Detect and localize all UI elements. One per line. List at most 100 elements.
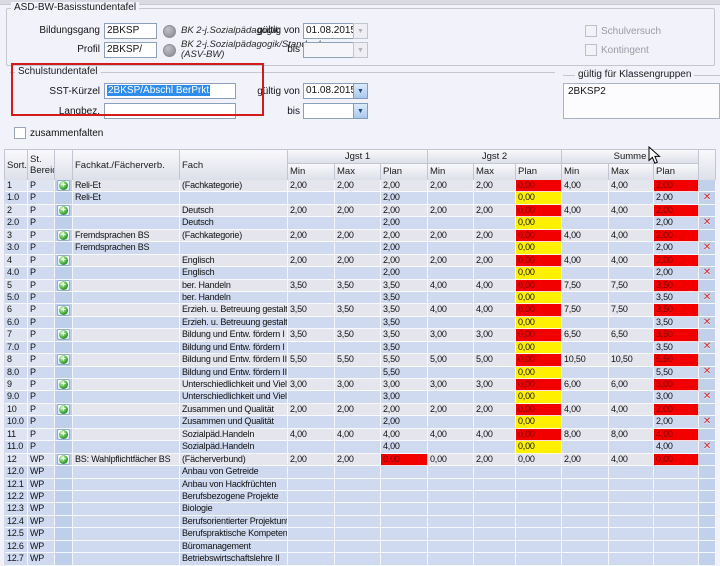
cell-min-jgst1[interactable]: 2,00 — [288, 454, 335, 466]
cell-max-jgst1[interactable] — [335, 503, 381, 515]
cell-max-summe[interactable]: 7,50 — [609, 304, 654, 316]
cell-max-summe[interactable] — [609, 367, 654, 379]
delete-row-button[interactable]: ✕ — [703, 442, 711, 452]
cell-max-jgst1[interactable] — [335, 516, 381, 528]
cell-fach[interactable]: Betriebswirtschaftslehre II — [180, 553, 288, 565]
cell-min-jgst1[interactable]: 2,00 — [288, 180, 335, 192]
cell-min-jgst1[interactable] — [288, 217, 335, 229]
cell-plan-jgst2[interactable]: 0,00 — [516, 441, 562, 453]
cell-max-jgst1[interactable] — [335, 367, 381, 379]
cell-max-summe[interactable]: 4,00 — [609, 180, 654, 192]
cell-min-jgst2[interactable]: 4,00 — [428, 280, 474, 292]
cell-plan-summe[interactable]: 4,00 — [654, 429, 699, 441]
cell-max-jgst1[interactable] — [335, 192, 381, 204]
cell-plan-jgst1[interactable]: 3,00 — [381, 379, 428, 391]
cell-max-summe[interactable]: 4,00 — [609, 230, 654, 242]
cell-min-jgst1[interactable]: 2,00 — [288, 255, 335, 267]
add-subject-button[interactable]: + — [57, 429, 70, 440]
cell-min-jgst1[interactable] — [288, 528, 335, 540]
cell-plan-summe[interactable]: 2,00 — [654, 416, 699, 428]
cell-fach[interactable]: Deutsch — [180, 217, 288, 229]
cell-plan-jgst1[interactable]: 3,00 — [381, 391, 428, 403]
cell-fach[interactable]: Zusammen und Qualität — [180, 416, 288, 428]
cell-max-summe[interactable] — [609, 242, 654, 254]
cell-max-jgst1[interactable]: 4,00 — [335, 429, 381, 441]
cell-fachkat[interactable] — [73, 329, 180, 341]
delete-row-button[interactable]: ✕ — [703, 268, 711, 278]
cell-max-summe[interactable] — [609, 466, 654, 478]
cell-max-jgst2[interactable]: 4,00 — [474, 280, 516, 292]
cell-plan-jgst2[interactable] — [516, 479, 562, 491]
cell-max-summe[interactable] — [609, 416, 654, 428]
cell-min-summe[interactable] — [562, 541, 609, 553]
cell-min-jgst1[interactable]: 3,50 — [288, 280, 335, 292]
cell-plan-summe[interactable]: 4,00 — [654, 441, 699, 453]
cell-min-summe[interactable] — [562, 441, 609, 453]
add-subject-button[interactable]: + — [57, 379, 70, 390]
cell-min-summe[interactable] — [562, 292, 609, 304]
cell-fachkat[interactable] — [73, 404, 180, 416]
cell-plan-jgst1[interactable]: 2,00 — [381, 267, 428, 279]
cell-max-jgst2[interactable] — [474, 516, 516, 528]
cell-plan-jgst1[interactable]: 2,00 — [381, 180, 428, 192]
cell-max-summe[interactable]: 7,50 — [609, 280, 654, 292]
cell-plan-jgst1[interactable]: 2,00 — [381, 192, 428, 204]
cell-max-summe[interactable] — [609, 192, 654, 204]
cell-plan-summe[interactable]: 3,50 — [654, 329, 699, 341]
cell-plan-jgst1[interactable]: 5,50 — [381, 367, 428, 379]
cell-min-summe[interactable] — [562, 416, 609, 428]
cell-min-jgst1[interactable] — [288, 503, 335, 515]
cell-fach[interactable]: Bildung und Entw. fördern II — [180, 354, 288, 366]
cell-max-summe[interactable] — [609, 217, 654, 229]
cell-max-jgst2[interactable] — [474, 528, 516, 540]
cell-plan-jgst2[interactable]: 0,00 — [516, 354, 562, 366]
add-subject-button[interactable]: + — [57, 230, 70, 241]
cell-plan-summe[interactable]: 5,50 — [654, 354, 699, 366]
cell-plan-jgst2[interactable]: 0,00 — [516, 379, 562, 391]
cell-min-jgst2[interactable] — [428, 441, 474, 453]
delete-row-button[interactable]: ✕ — [703, 417, 711, 427]
cell-min-jgst2[interactable] — [428, 553, 474, 565]
cell-fach[interactable]: Deutsch — [180, 205, 288, 217]
cell-fach[interactable]: (Fachkategorie) — [180, 180, 288, 192]
cell-plan-summe[interactable]: 3,00 — [654, 379, 699, 391]
bis-field-1[interactable] — [303, 42, 354, 58]
add-subject-button[interactable]: + — [57, 454, 70, 465]
cell-min-jgst2[interactable] — [428, 292, 474, 304]
cell-min-jgst1[interactable]: 5,50 — [288, 354, 335, 366]
add-subject-button[interactable]: + — [57, 280, 70, 291]
cell-plan-jgst1[interactable]: 2,00 — [381, 404, 428, 416]
cell-min-jgst2[interactable] — [428, 342, 474, 354]
cell-plan-jgst1[interactable]: 2,00 — [381, 255, 428, 267]
bildungsgang-field[interactable]: 2BKSP — [104, 23, 157, 39]
delete-row-button[interactable]: ✕ — [703, 318, 711, 328]
cell-min-summe[interactable]: 4,00 — [562, 404, 609, 416]
cell-max-jgst1[interactable] — [335, 391, 381, 403]
cell-plan-summe[interactable]: 2,00 — [654, 267, 699, 279]
gueltig-von-dropdown-2[interactable]: ▼ — [353, 83, 368, 99]
cell-plan-summe[interactable] — [654, 541, 699, 553]
cell-plan-jgst2[interactable] — [516, 466, 562, 478]
cell-min-jgst2[interactable] — [428, 317, 474, 329]
cell-fachkat[interactable]: BS: Wahlpflichtfächer BS — [73, 454, 180, 466]
cell-fachkat[interactable] — [73, 516, 180, 528]
cell-plan-jgst2[interactable]: 0,00 — [516, 192, 562, 204]
cell-max-summe[interactable] — [609, 391, 654, 403]
cell-min-summe[interactable] — [562, 503, 609, 515]
cell-min-jgst1[interactable] — [288, 367, 335, 379]
cell-fachkat[interactable] — [73, 503, 180, 515]
cell-max-summe[interactable] — [609, 528, 654, 540]
cell-plan-jgst2[interactable]: 0,00 — [516, 342, 562, 354]
cell-fachkat[interactable] — [73, 429, 180, 441]
cell-fach[interactable]: Berufsorientierter Projektunt... — [180, 516, 288, 528]
cell-plan-summe[interactable] — [654, 553, 699, 565]
cell-plan-jgst2[interactable]: 0,00 — [516, 205, 562, 217]
cell-min-summe[interactable]: 10,50 — [562, 354, 609, 366]
cell-max-jgst1[interactable] — [335, 416, 381, 428]
cell-min-jgst2[interactable] — [428, 491, 474, 503]
cell-plan-jgst1[interactable]: 5,50 — [381, 354, 428, 366]
cell-min-summe[interactable] — [562, 342, 609, 354]
cell-min-jgst1[interactable] — [288, 242, 335, 254]
cell-fachkat[interactable] — [73, 367, 180, 379]
cell-plan-jgst2[interactable]: 0,00 — [516, 429, 562, 441]
